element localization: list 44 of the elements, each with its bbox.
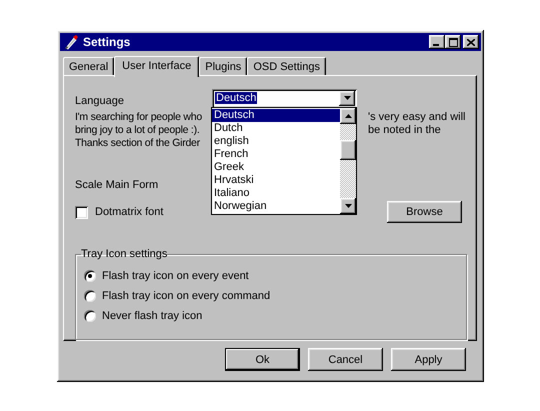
language-label: Language: [75, 94, 125, 107]
close-button[interactable]: [463, 35, 479, 49]
list-item[interactable]: Italiano: [212, 187, 340, 200]
group-title: Tray Icon settings: [81, 248, 168, 260]
tab[interactable]: User Interface: [114, 56, 200, 77]
scroll-down-button[interactable]: [340, 198, 356, 214]
list-item[interactable]: Greek: [212, 161, 340, 174]
list-item[interactable]: Deutsch: [212, 109, 340, 122]
scrollbar[interactable]: [340, 108, 356, 214]
scroll-thumb[interactable]: [340, 140, 356, 160]
window-title: Settings: [83, 35, 132, 49]
scroll-up-button[interactable]: [340, 108, 356, 124]
dialog-button[interactable]: Apply: [391, 348, 466, 371]
minimize-button[interactable]: [429, 35, 445, 49]
browse-button[interactable]: Browse: [387, 201, 462, 223]
list-item[interactable]: Dutch: [212, 122, 340, 135]
tab[interactable]: OSD Settings: [247, 57, 326, 75]
scale-label: Scale Main Form: [75, 179, 158, 193]
dialog-button[interactable]: Cancel: [308, 348, 383, 371]
list-item[interactable]: French: [212, 148, 340, 161]
checkbox-label: Dotmatrix font: [95, 206, 164, 218]
maximize-button[interactable]: [445, 35, 461, 49]
dropdown-arrow-icon: [344, 96, 350, 100]
dialog-button[interactable]: Ok: [225, 348, 300, 371]
list-item[interactable]: Hrvatski: [212, 174, 340, 187]
description-text: be noted in the: [368, 124, 442, 137]
radio-button[interactable]: [84, 270, 96, 282]
description-text: 's very easy and will: [368, 111, 466, 124]
radio-label: Flash tray icon on every event: [102, 270, 249, 282]
up-arrow-icon: [344, 114, 352, 118]
radio-button[interactable]: [84, 310, 96, 322]
list-item[interactable]: Norwegian: [212, 200, 340, 213]
close-icon: [467, 38, 475, 46]
tab[interactable]: Plugins: [199, 57, 248, 75]
tab[interactable]: General: [63, 57, 114, 75]
radio-label: Never flash tray icon: [102, 310, 202, 322]
radio-button[interactable]: [84, 290, 96, 302]
maximize-icon: [448, 38, 458, 46]
checkbox[interactable]: [75, 206, 88, 218]
list-item[interactable]: english: [212, 135, 340, 148]
app-icon: [63, 34, 79, 50]
radio-label: Flash tray icon on every command: [102, 290, 270, 302]
down-arrow-icon: [344, 204, 352, 208]
language-dropdown[interactable]: Deutsch: [212, 88, 357, 108]
